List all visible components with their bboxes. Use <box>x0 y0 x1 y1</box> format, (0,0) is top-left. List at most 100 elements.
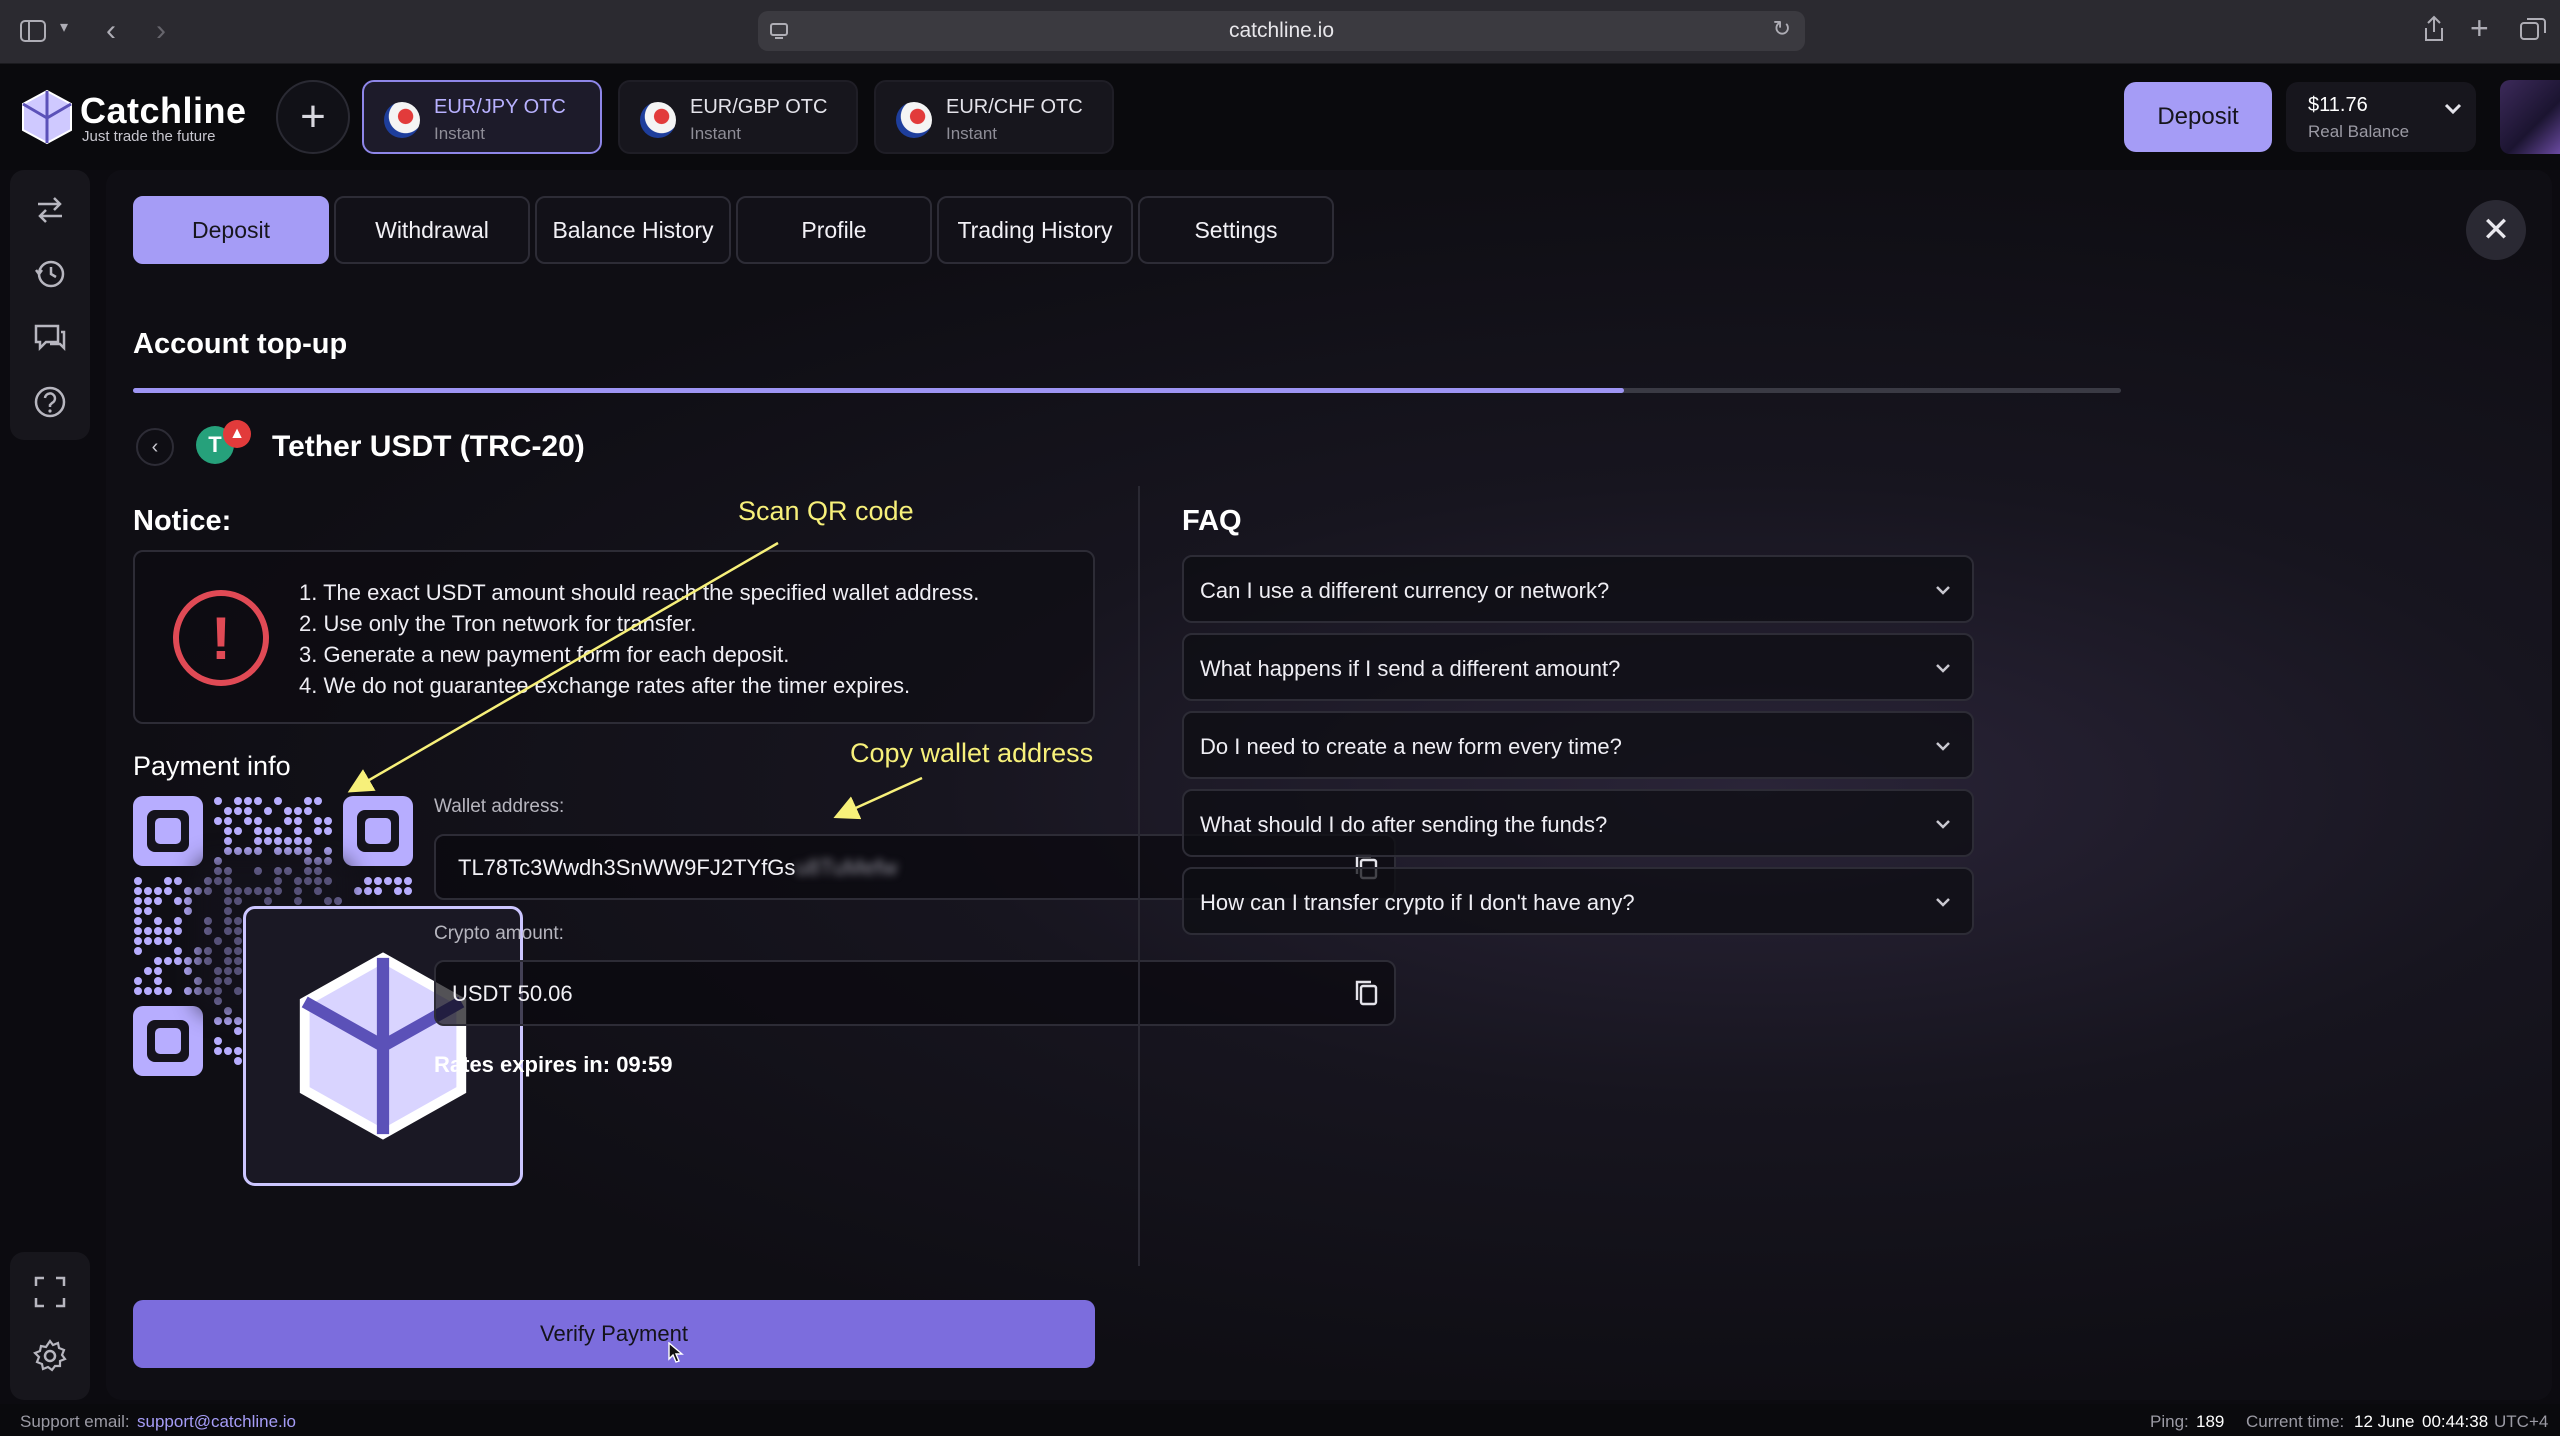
sidebar-bottom-group <box>10 1252 90 1400</box>
qr-module <box>214 817 222 825</box>
crypto-amount-field[interactable]: USDT 50.06 <box>434 960 1396 1026</box>
tab-overview-icon[interactable] <box>2520 16 2546 40</box>
qr-module <box>304 797 312 805</box>
chevron-down-icon[interactable]: ▾ <box>60 17 68 37</box>
faq-item[interactable]: Can I use a different currency or networ… <box>1182 555 1974 623</box>
brand-name: Catchline <box>80 90 247 131</box>
tab-trading-history[interactable]: Trading History <box>937 196 1133 264</box>
help-icon[interactable] <box>32 384 68 420</box>
asset-tab-eur-gbp[interactable]: EUR/GBP OTC Instant <box>618 80 858 154</box>
wallet-address-label: Wallet address: <box>434 796 565 817</box>
add-asset-button[interactable]: + <box>276 80 350 154</box>
qr-module <box>404 877 412 885</box>
asset-tab-eur-chf[interactable]: EUR/CHF OTC Instant <box>874 80 1114 154</box>
qr-module <box>184 887 192 895</box>
back-arrow-icon[interactable]: ‹ <box>106 14 116 48</box>
qr-module <box>324 827 332 835</box>
new-tab-icon[interactable]: + <box>2470 10 2489 47</box>
notice-line: 2. Use only the Tron network for transfe… <box>299 611 697 636</box>
tab-settings[interactable]: Settings <box>1138 196 1334 264</box>
catchline-logo-icon[interactable] <box>20 88 74 146</box>
qr-module <box>154 927 162 935</box>
qr-module <box>224 827 232 835</box>
qr-module <box>284 807 292 815</box>
column-divider <box>1138 486 1140 1266</box>
asset-tab-eur-jpy[interactable]: EUR/JPY OTC Instant <box>362 80 602 154</box>
browser-toolbar: ▾ ‹ › catchline.io ↻ + <box>0 0 2560 64</box>
qr-module <box>284 817 292 825</box>
support-email-link[interactable]: support@catchline.io <box>137 1412 296 1432</box>
tab-deposit[interactable]: Deposit <box>133 196 329 264</box>
chevron-down-icon <box>1936 820 1950 829</box>
qr-module <box>244 847 252 855</box>
forward-arrow-icon[interactable]: › <box>156 14 166 48</box>
address-bar[interactable]: catchline.io ↻ <box>758 11 1805 51</box>
faq-question: How can I transfer crypto if I don't hav… <box>1200 890 1635 915</box>
qr-module <box>254 817 262 825</box>
qr-module <box>134 897 142 905</box>
qr-module <box>264 827 272 835</box>
url-text: catchline.io <box>1228 19 1335 42</box>
chevron-down-icon <box>1936 742 1950 751</box>
tab-profile[interactable]: Profile <box>736 196 932 264</box>
qr-module <box>154 897 162 905</box>
qr-module <box>184 897 192 905</box>
qr-module <box>134 917 142 925</box>
chat-icon[interactable] <box>32 320 68 356</box>
step-progress-bar <box>133 388 2121 393</box>
fullscreen-icon[interactable] <box>32 1274 68 1310</box>
qr-module <box>154 887 162 895</box>
qr-module <box>144 937 152 945</box>
timezone-value: UTC+4 <box>2494 1412 2549 1431</box>
history-icon[interactable] <box>32 256 68 292</box>
qr-module <box>314 797 322 805</box>
qr-module <box>174 877 182 885</box>
notice-line: 1. The exact USDT amount should reach th… <box>299 580 980 605</box>
faq-item[interactable]: What should I do after sending the funds… <box>1182 789 1974 857</box>
qr-module <box>284 837 292 845</box>
faq-item[interactable]: What happens if I send a different amoun… <box>1182 633 1974 701</box>
qr-module <box>134 977 142 985</box>
verify-payment-button[interactable]: Verify Payment <box>133 1300 1095 1368</box>
balance-selector[interactable]: $11.76 Real Balance <box>2286 82 2476 152</box>
avatar[interactable] <box>2500 80 2560 154</box>
reload-icon[interactable]: ↻ <box>1773 16 1791 42</box>
qr-module <box>314 827 322 835</box>
qr-module <box>234 847 242 855</box>
faq-question: Can I use a different currency or networ… <box>1200 578 1610 603</box>
faq-item[interactable]: How can I transfer crypto if I don't hav… <box>1182 867 1974 935</box>
wallet-qr-code[interactable] <box>133 796 523 1186</box>
qr-module <box>184 907 192 915</box>
gear-icon[interactable] <box>32 1338 68 1374</box>
qr-module <box>324 847 332 855</box>
qr-module <box>244 807 252 815</box>
close-button[interactable]: ✕ <box>2466 200 2526 260</box>
qr-module <box>134 887 142 895</box>
collapse-arrows-icon[interactable] <box>32 192 68 228</box>
share-icon[interactable] <box>2422 14 2446 42</box>
qr-module <box>134 937 142 945</box>
tab-balance-history[interactable]: Balance History <box>535 196 731 264</box>
date-value: 12 June <box>2354 1412 2415 1431</box>
step-progress-fill <box>133 388 1624 393</box>
tab-withdrawal[interactable]: Withdrawal <box>334 196 530 264</box>
notice-line: 3. Generate a new payment form for each … <box>299 642 790 667</box>
qr-module <box>144 987 152 995</box>
header-deposit-button[interactable]: Deposit <box>2124 82 2272 152</box>
copy-icon[interactable] <box>1352 978 1380 1008</box>
selected-coin-name: Tether USDT (TRC-20) <box>272 430 585 463</box>
sidebar-toggle-icon[interactable] <box>20 20 46 42</box>
time-label: Current time: <box>2246 1412 2345 1431</box>
qr-module <box>144 967 152 975</box>
notice-heading: Notice: <box>133 505 232 537</box>
qr-module <box>154 967 162 975</box>
qr-module <box>384 877 392 885</box>
faq-item[interactable]: Do I need to create a new form every tim… <box>1182 711 1974 779</box>
qr-module <box>214 1017 222 1025</box>
close-icon: ✕ <box>2481 211 2511 249</box>
balance-amount: $11.76 <box>2308 94 2368 116</box>
mouse-cursor-icon <box>668 1342 684 1363</box>
sidebar-nav-group <box>10 170 90 440</box>
back-button[interactable]: ‹ <box>136 428 174 466</box>
currency-flag-icon <box>384 102 420 138</box>
